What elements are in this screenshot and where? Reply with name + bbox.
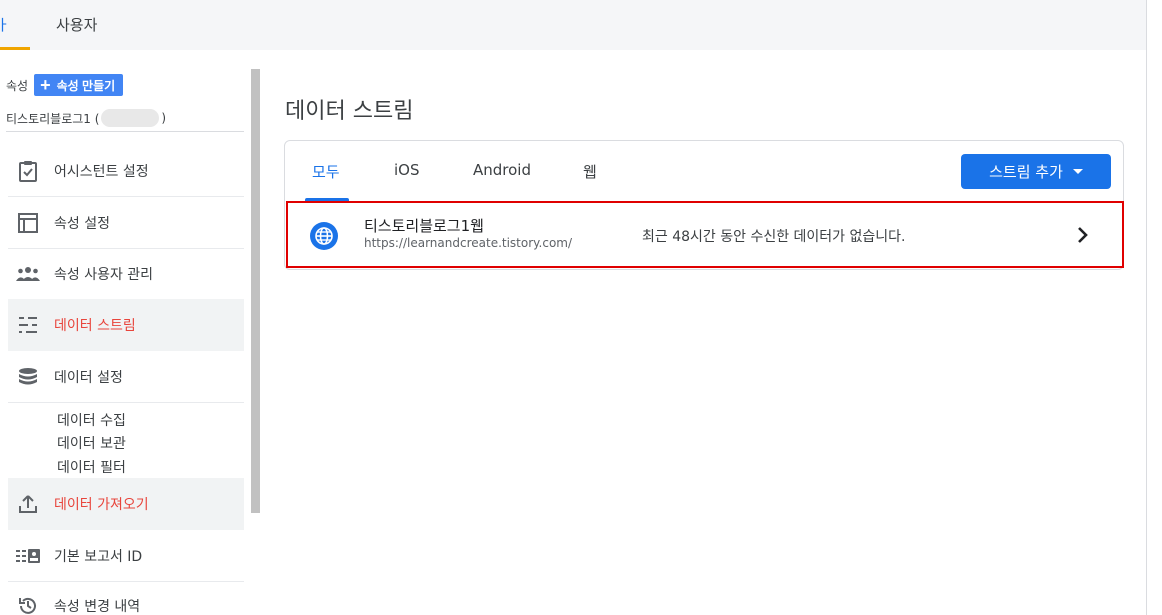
create-property-label: 속성 만들기 <box>56 78 116 93</box>
window-edge <box>1146 0 1162 615</box>
page-title: 데이터 스트림 <box>285 99 414 124</box>
property-name-prefix: 티스토리블로그1 ( <box>6 111 100 126</box>
sidebar-item-data-settings[interactable]: 데이터 설정 <box>8 351 244 403</box>
redacted-property-id <box>101 109 160 127</box>
streams-icon <box>16 313 40 337</box>
layout-icon <box>16 211 40 235</box>
plus-icon: + <box>40 75 51 95</box>
add-stream-button[interactable]: 스트림 추가 <box>961 154 1111 189</box>
sidebar-scrollbar[interactable] <box>251 69 260 513</box>
sidebar-item-label: 어시스턴트 설정 <box>54 163 149 180</box>
tab-android[interactable]: Android <box>473 161 531 179</box>
property-name-suffix: ) <box>161 111 167 125</box>
sidebar-item-label: 데이터 스트림 <box>54 317 136 334</box>
sidebar-item-change-history[interactable]: 속성 변경 내역 <box>8 580 244 615</box>
history-icon <box>16 594 40 615</box>
caret-down-icon <box>1072 169 1083 174</box>
add-stream-label: 스트림 추가 <box>989 163 1063 181</box>
sidebar-subitem-data-filters[interactable]: 데이터 필터 <box>57 457 126 477</box>
sidebar-subitem-data-collection[interactable]: 데이터 수집 <box>57 410 126 430</box>
stream-tabs: 모두 iOS Android 웹 스트림 추가 <box>285 141 1123 201</box>
sidebar-item-data-import[interactable]: 데이터 가져오기 <box>8 478 244 530</box>
sidebar-item-label: 속성 설정 <box>54 215 110 232</box>
sidebar-subitem-data-retention[interactable]: 데이터 보관 <box>57 433 126 453</box>
upload-icon <box>16 492 40 516</box>
database-icon <box>16 365 40 389</box>
tab-web[interactable]: 웹 <box>583 161 597 182</box>
sidebar-item-label: 속성 사용자 관리 <box>54 266 154 283</box>
sidebar-item-reporting-id[interactable]: 기본 보고서 ID <box>8 530 244 582</box>
sidebar-item-label: 데이터 설정 <box>54 369 123 386</box>
checklist-icon <box>16 159 40 183</box>
tab-admin-partial[interactable]: ㅏ <box>0 14 10 35</box>
highlight-box <box>286 201 1124 268</box>
tab-all[interactable]: 모두 <box>312 161 340 182</box>
tab-users[interactable]: 사용자 <box>56 14 97 35</box>
top-bar: ㅏ 사용자 <box>0 0 1146 50</box>
tab-ios[interactable]: iOS <box>394 161 420 179</box>
property-selector[interactable]: 티스토리블로그1 ( ) <box>6 109 166 127</box>
sidebar-item-label: 기본 보고서 ID <box>54 548 143 565</box>
create-property-button[interactable]: + 속성 만들기 <box>34 74 124 96</box>
people-icon <box>16 262 40 286</box>
sidebar-item-data-streams[interactable]: 데이터 스트림 <box>8 299 244 351</box>
sidebar-item-label: 속성 변경 내역 <box>54 599 141 615</box>
property-label: 속성 <box>6 78 29 93</box>
report-id-icon <box>16 544 40 568</box>
property-header: 속성 + 속성 만들기 <box>6 74 124 96</box>
sidebar-item-label: 데이터 가져오기 <box>54 496 149 513</box>
sidebar-item-user-management[interactable]: 속성 사용자 관리 <box>8 248 244 300</box>
sidebar-item-property-settings[interactable]: 속성 설정 <box>8 197 244 249</box>
sidebar-item-assistant[interactable]: 어시스턴트 설정 <box>8 145 244 197</box>
divider <box>6 131 244 132</box>
